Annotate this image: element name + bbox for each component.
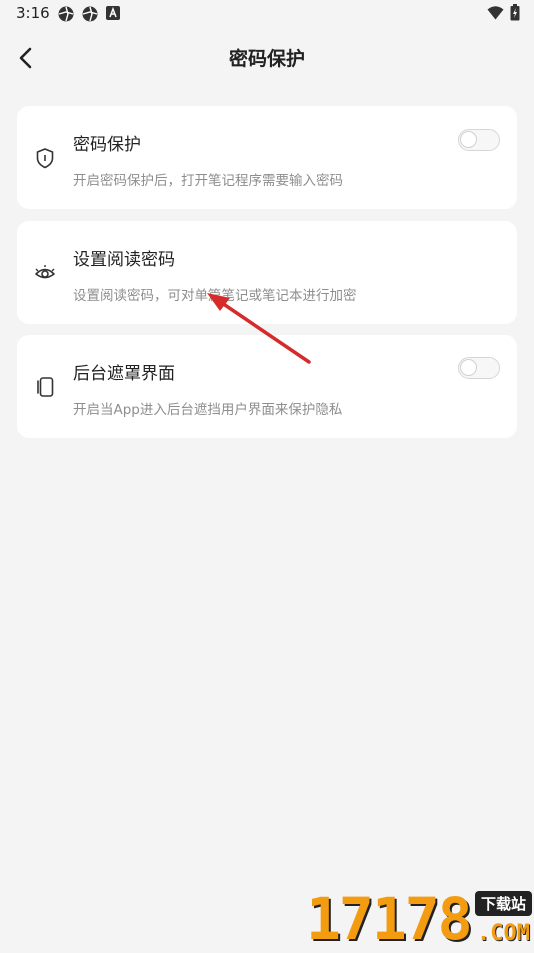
background-mask-toggle[interactable] [458,357,500,379]
watermark-logo: 17178 下载站 .COM [306,883,534,953]
eye-icon [35,265,55,279]
watermark-com: .COM [477,921,530,946]
card-description: 开启密码保护后，打开笔记程序需要输入密码 [73,173,343,189]
card-description: 设置阅读密码，可对单篇笔记或笔记本进行加密 [73,288,357,304]
card-title: 密码保护 [73,135,141,155]
watermark-site-label: 下载站 [474,891,532,916]
shield-icon [36,148,54,169]
aperture-icon [58,6,74,22]
background-mask-card[interactable]: 后台遮罩界面 开启当App进入后台遮挡用户界面来保护隐私 [17,335,517,438]
status-time: 3:16 [16,4,50,22]
card-title: 设置阅读密码 [73,250,175,270]
battery-icon [510,4,520,21]
app-bar: 密码保护 [0,28,534,88]
wifi-icon [487,5,504,19]
notification-icons [58,6,120,22]
toggle-knob [460,359,477,376]
a-square-icon [106,6,120,20]
page-title: 密码保护 [228,48,305,70]
password-protection-toggle[interactable] [458,129,500,151]
status-bar: 3:16 [0,0,534,28]
reading-password-card[interactable]: 设置阅读密码 设置阅读密码，可对单篇笔记或笔记本进行加密 [17,221,517,324]
card-title: 后台遮罩界面 [73,364,175,384]
status-right [487,4,520,21]
layers-icon [37,377,54,397]
watermark-digits: 17178 [306,885,473,953]
aperture-icon [82,6,98,22]
card-description: 开启当App进入后台遮挡用户界面来保护隐私 [73,402,343,418]
password-protection-card[interactable]: 密码保护 开启密码保护后，打开笔记程序需要输入密码 [17,106,517,209]
toggle-knob [460,131,477,148]
